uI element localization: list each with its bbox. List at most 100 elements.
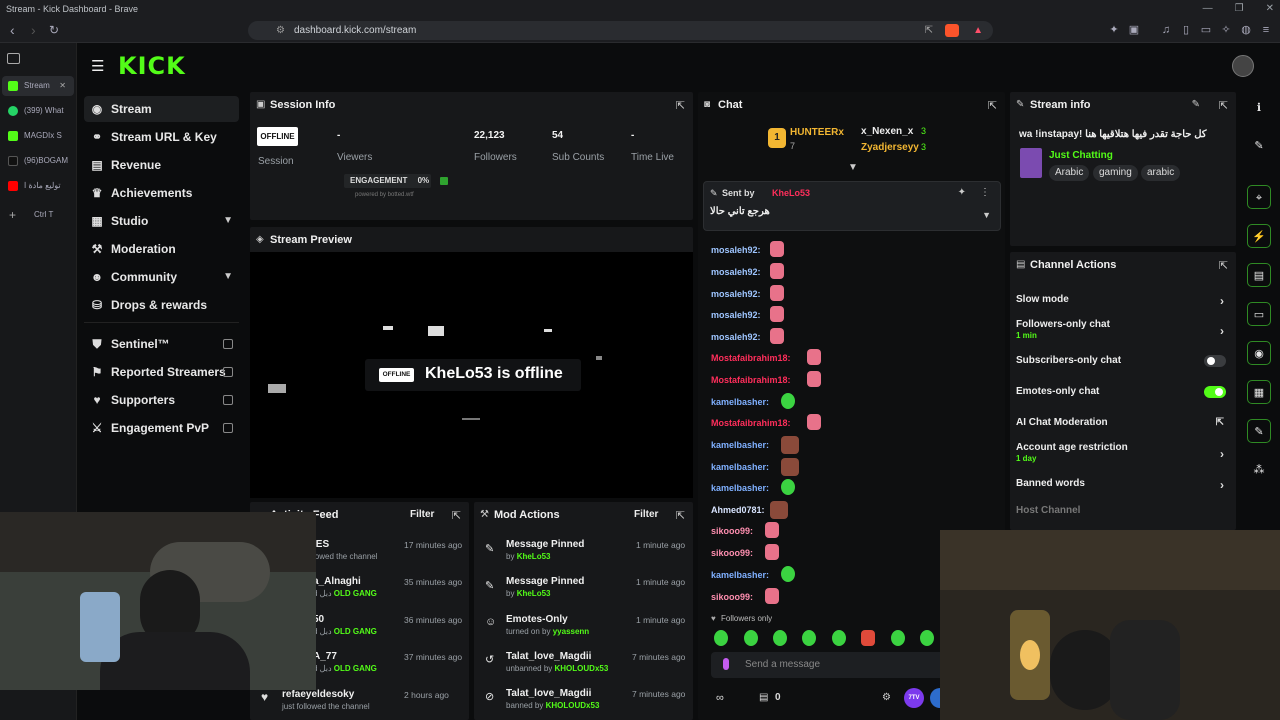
infinity-icon[interactable]: ∞ <box>716 692 724 704</box>
minimize-icon[interactable]: — <box>1203 0 1213 18</box>
emote-icon[interactable] <box>714 630 728 646</box>
wrench-icon[interactable]: ✎ <box>1247 419 1271 443</box>
chat-bubble-icon[interactable]: ▭ <box>1247 302 1271 326</box>
kick-logo[interactable]: KICK <box>118 53 186 79</box>
chat-input[interactable]: Send a message <box>711 652 951 678</box>
chat-message[interactable]: kamelbasher: <box>711 481 769 495</box>
chat-username[interactable]: kamelbasher: <box>711 483 769 493</box>
chat-username[interactable]: kamelbasher: <box>711 440 769 450</box>
expand-icon[interactable]: ⇱ <box>1219 259 1228 272</box>
leo-icon[interactable]: ✧ <box>1219 23 1233 37</box>
sidebar-item-supporters[interactable]: ♥ Supporters <box>84 387 239 413</box>
chat-username[interactable]: kamelbasher: <box>711 462 769 472</box>
chat-username[interactable]: mosaleh92: <box>711 310 761 320</box>
chat-message[interactable]: sikooo99: <box>711 524 753 538</box>
chat-message[interactable]: sikooo99: <box>711 546 753 560</box>
slow-mode-row[interactable]: Slow mode › <box>1016 294 1228 308</box>
sidebar-item-stream-url-key[interactable]: ⚭ Stream URL & Key <box>84 124 239 150</box>
music-icon[interactable]: ♫ <box>1159 23 1173 37</box>
gear-icon[interactable]: ⚙ <box>882 692 891 703</box>
chat-message[interactable]: mosaleh92: <box>711 243 761 257</box>
expand-icon[interactable]: ⇱ <box>676 99 685 112</box>
url-field[interactable]: ⚙ dashboard.kick.com/stream ⇱ ▲ <box>248 21 993 40</box>
top-gifter-name[interactable]: HUNTEERx <box>790 127 844 138</box>
chat-username[interactable]: mosaleh92: <box>711 267 761 277</box>
chat-username[interactable]: Mostafaibrahim18: <box>711 375 791 385</box>
tab-magdix[interactable]: MAGDIx S <box>2 126 74 146</box>
emote-icon[interactable] <box>861 630 875 646</box>
edit-icon[interactable]: ✎ <box>1192 99 1200 110</box>
subscribers-only-row[interactable]: Subscribers-only chat <box>1016 355 1228 366</box>
menu-icon[interactable]: ≡ <box>1259 23 1273 37</box>
reload-icon[interactable]: ↻ <box>49 22 59 38</box>
chat-username[interactable]: mosaleh92: <box>711 245 761 255</box>
chat-message[interactable]: mosaleh92: <box>711 287 761 301</box>
category-name[interactable]: Just Chatting <box>1049 150 1113 161</box>
emote-icon[interactable] <box>802 630 816 646</box>
gifter-name[interactable]: Zyadjerseyy <box>861 142 919 153</box>
account-age-row[interactable]: Account age restriction 1 day › <box>1016 442 1228 463</box>
expand-icon[interactable]: ⇱ <box>1219 99 1228 112</box>
chat-username[interactable]: mosaleh92: <box>711 332 761 342</box>
chat-message[interactable]: kamelbasher: <box>711 395 769 409</box>
emote-icon[interactable] <box>891 630 905 646</box>
sidebar-item-studio[interactable]: ▦ Studio ▼ <box>84 208 239 234</box>
chat-username[interactable]: mosaleh92: <box>711 289 761 299</box>
sidebar-toggle-icon[interactable]: ▯ <box>1179 23 1193 37</box>
emote-icon[interactable] <box>920 630 934 646</box>
expand-icon[interactable]: ⇱ <box>452 509 461 522</box>
layout-icon[interactable]: ▦ <box>1247 380 1271 404</box>
chat-username[interactable]: sikooo99: <box>711 548 753 558</box>
extensions-icon[interactable]: ✦ <box>1107 23 1121 37</box>
stream-tag[interactable]: gaming <box>1093 165 1138 181</box>
chat-username[interactable]: Mostafaibrahim18: <box>711 353 791 363</box>
chat-message[interactable]: sikooo99: <box>711 590 753 604</box>
back-icon[interactable]: ‹ <box>10 22 15 38</box>
tab-panel-icon[interactable] <box>7 53 20 64</box>
7tv-icon[interactable]: 7TV <box>904 688 924 708</box>
chat-username[interactable]: Ahmed0781: <box>711 505 765 515</box>
chat-message[interactable]: Mostafaibrahim18: <box>711 351 791 365</box>
hamburger-menu-icon[interactable]: ☰ <box>91 57 104 75</box>
ai-moderation-row[interactable]: AI Chat Moderation ⇱ <box>1016 417 1228 428</box>
chat-message[interactable]: Mostafaibrahim18: <box>711 373 791 387</box>
collapse-gifters-icon[interactable]: ▼ <box>848 162 858 173</box>
unpin-icon[interactable]: ✦ <box>958 187 966 198</box>
lightning-icon[interactable]: ⚡ <box>1247 224 1271 248</box>
close-window-icon[interactable]: ✕ <box>1266 0 1274 18</box>
sidebar-item-achievements[interactable]: ♛ Achievements <box>84 180 239 206</box>
chat-message[interactable]: mosaleh92: <box>711 265 761 279</box>
chat-message[interactable]: mosaleh92: <box>711 330 761 344</box>
host-channel-row[interactable]: Host Channel <box>1016 505 1228 516</box>
pinned-message[interactable]: ✎ Sent by KheLo53 هرجع تاني حالا ✦ ⋮ ▼ <box>703 181 1001 231</box>
sidebar-item-drops[interactable]: ⛁ Drops & rewards <box>84 292 239 318</box>
vpn-icon[interactable]: ◍ <box>1239 23 1253 37</box>
share-icon[interactable]: ⇱ <box>925 21 933 40</box>
sidebar-item-revenue[interactable]: ▤ Revenue <box>84 152 239 178</box>
chat-message[interactable]: kamelbasher: <box>711 460 769 474</box>
chat-message[interactable]: Ahmed0781: <box>711 503 765 517</box>
chat-message[interactable]: kamelbasher: <box>711 438 769 452</box>
broadcast-icon[interactable]: ◉ <box>1247 341 1271 365</box>
pencil-icon[interactable]: ✎ <box>1247 134 1271 158</box>
sidebar-item-community[interactable]: ☻ Community ▼ <box>84 264 239 290</box>
stream-tag[interactable]: Arabic <box>1049 165 1090 181</box>
tab-stream[interactable]: Stream ✕ <box>2 76 74 96</box>
chat-username[interactable]: sikooo99: <box>711 592 753 602</box>
expand-icon[interactable]: ⇱ <box>676 509 685 522</box>
forward-icon[interactable]: › <box>31 22 36 38</box>
chat-username[interactable]: kamelbasher: <box>711 570 769 580</box>
close-tab-icon[interactable]: ✕ <box>59 76 66 96</box>
emote-icon[interactable] <box>744 630 758 646</box>
brave-shields-icon[interactable] <box>945 24 959 37</box>
restore-icon[interactable]: ❐ <box>1235 0 1244 18</box>
brave-rewards-icon[interactable]: ▲ <box>973 21 983 40</box>
chat-username[interactable]: kamelbasher: <box>711 397 769 407</box>
mod-filter-button[interactable]: Filter <box>634 509 658 520</box>
category-thumbnail[interactable] <box>1020 148 1042 178</box>
document-icon[interactable]: ▤ <box>1247 263 1271 287</box>
sidebar-item-engagement-pvp[interactable]: ⚔ Engagement PvP <box>84 415 239 441</box>
expand-icon[interactable]: ⇱ <box>988 99 997 112</box>
emotes-only-row[interactable]: Emotes-only chat <box>1016 386 1228 397</box>
chat-username[interactable]: Mostafaibrahim18: <box>711 418 791 428</box>
